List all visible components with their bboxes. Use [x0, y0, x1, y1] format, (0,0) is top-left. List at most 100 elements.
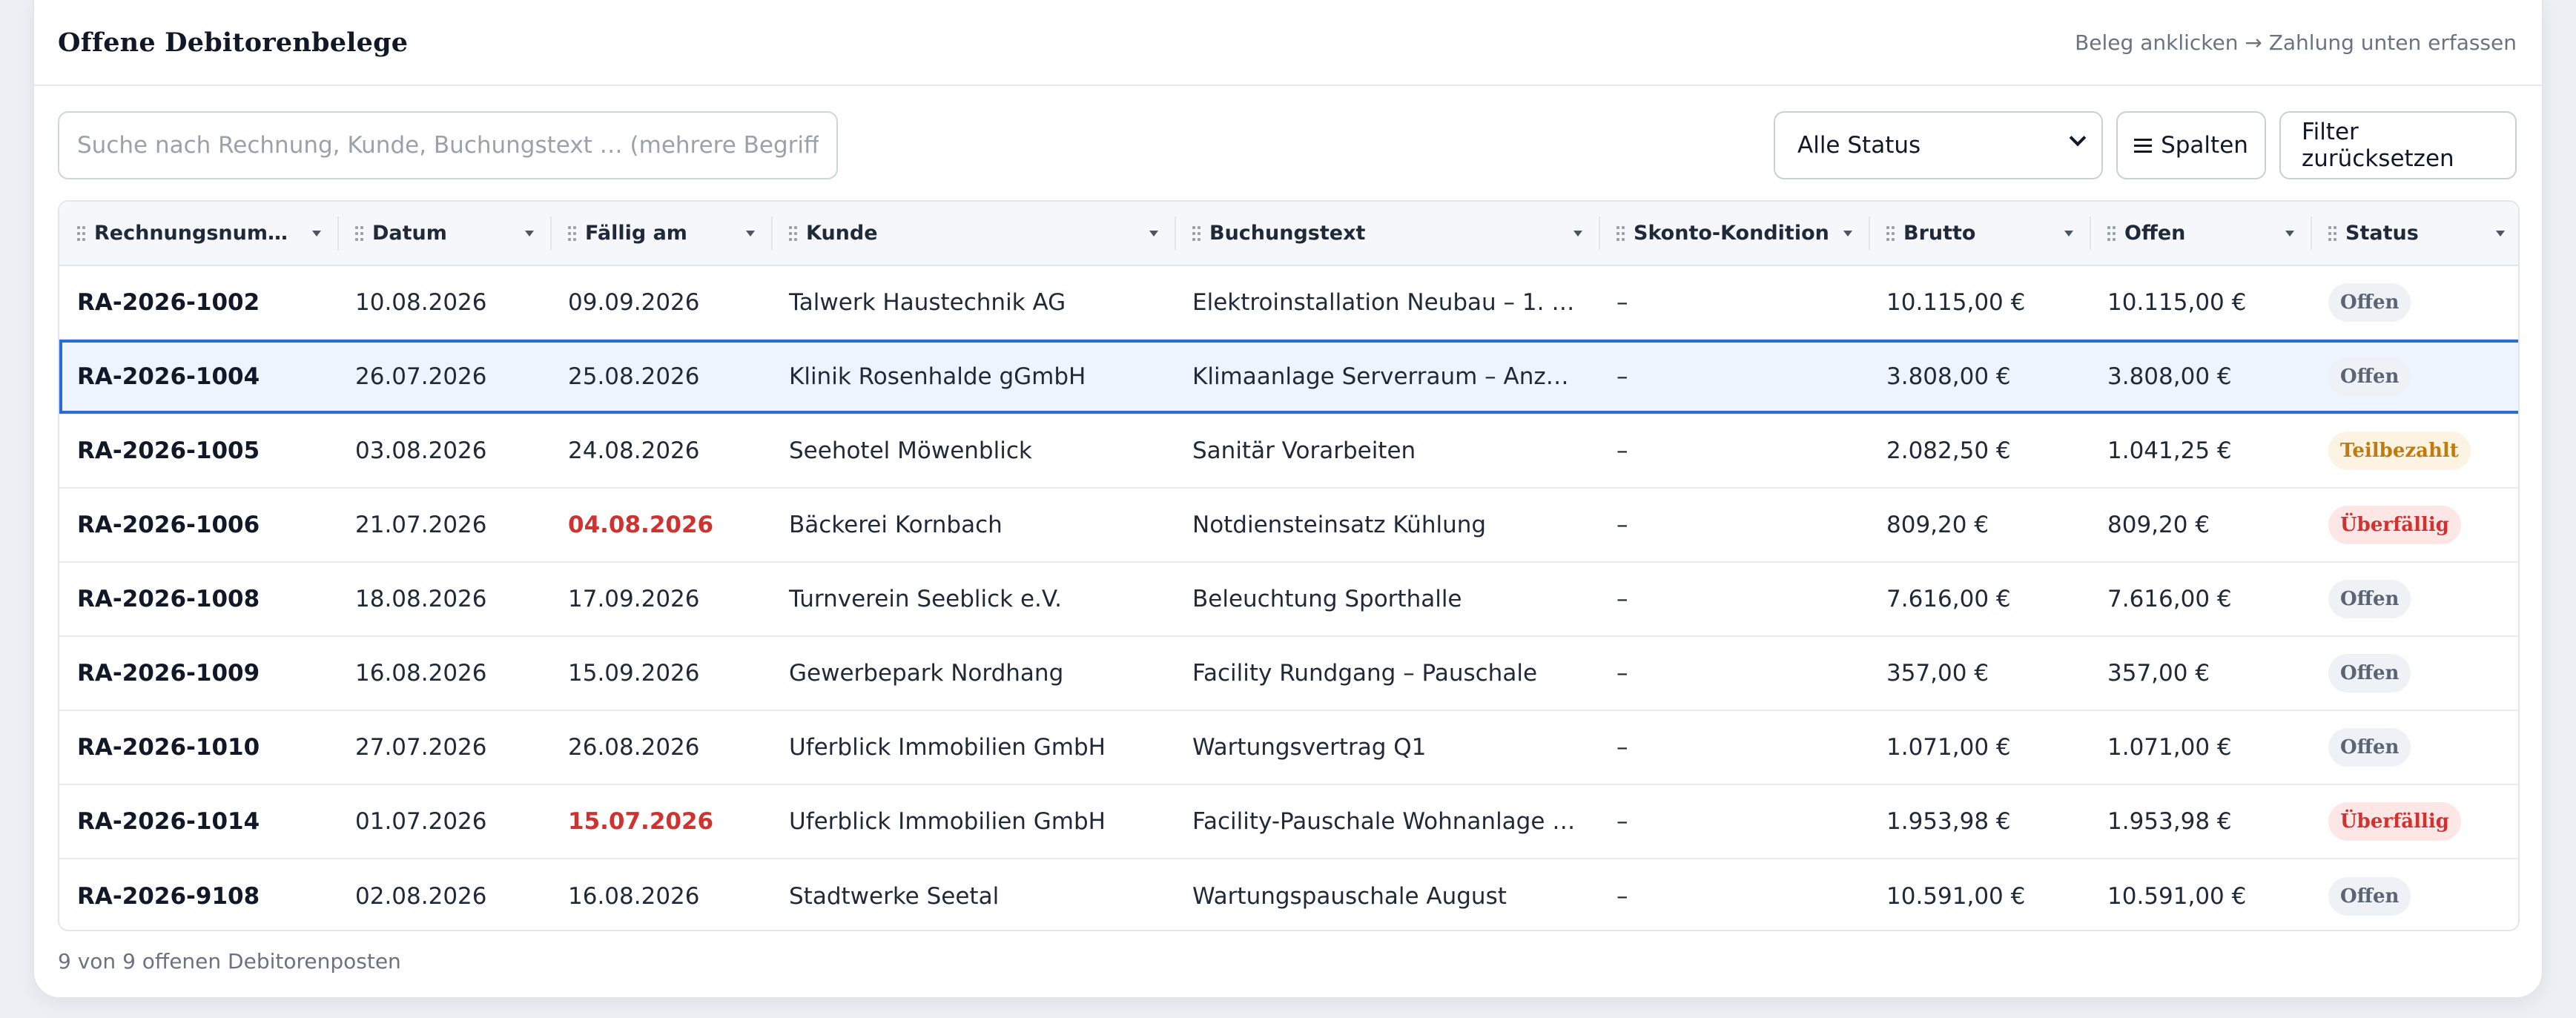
due-date-cell: 24.08.2026 — [550, 413, 771, 488]
open-cell: 809,20 € — [2090, 487, 2311, 562]
open-cell: 10.115,00 € — [2107, 289, 2247, 316]
customer-cell: Talwerk Haustechnik AG — [789, 289, 1066, 316]
gross-cell: 1.071,00 € — [1869, 710, 2090, 784]
column-header-skonto[interactable]: Skonto-Kondition — [1599, 202, 1869, 266]
reset-filter-button[interactable]: Filter zurücksetzen — [2279, 111, 2517, 179]
skonto-cell: – — [1599, 710, 1869, 784]
sort-caret-icon[interactable] — [1843, 230, 1852, 237]
status-cell: Offen — [2311, 635, 2518, 710]
skonto-cell: – — [1616, 289, 1628, 316]
status-cell: Überfällig — [2311, 784, 2518, 859]
column-header-open[interactable]: Offen — [2090, 202, 2311, 266]
customer-cell: Gewerbepark Nordhang — [771, 635, 1175, 710]
skonto-cell: – — [1599, 487, 1869, 562]
table-row[interactable]: RA-2026-1010 27.07.2026 26.08.2026 Uferblic… — [59, 710, 2518, 784]
skonto-cell: – — [1599, 339, 1869, 414]
invoice-number-cell: RA-2026-1002 — [77, 289, 260, 316]
drag-handle-icon[interactable] — [789, 225, 797, 241]
table-row[interactable]: RA-2026-1002 10.08.2026 09.09.2026 Talwerk … — [59, 265, 2518, 340]
skonto-cell: – — [1599, 561, 1869, 636]
sort-caret-icon[interactable] — [2064, 230, 2073, 237]
sort-caret-icon[interactable] — [2285, 230, 2294, 237]
sort-caret-icon[interactable] — [312, 230, 321, 237]
customer-cell: Uferblick Immobilien GmbH — [771, 784, 1175, 859]
sort-caret-icon[interactable] — [2496, 230, 2505, 237]
gross-cell: 1.953,98 € — [1869, 784, 2090, 859]
invoice-number-cell: RA-2026-1009 — [59, 635, 337, 710]
status-cell: Offen — [2311, 561, 2518, 636]
skonto-cell: – — [1599, 635, 1869, 710]
column-header-booking-text[interactable]: Buchungstext — [1175, 202, 1599, 266]
drag-handle-icon[interactable] — [1886, 225, 1895, 241]
sort-caret-icon[interactable] — [1149, 230, 1158, 237]
columns-button[interactable]: Spalten — [2116, 111, 2266, 179]
date-cell: 01.07.2026 — [337, 784, 550, 859]
table-row[interactable]: RA-2026-1004 26.07.2026 25.08.2026 Klinik R… — [59, 339, 2518, 414]
drag-handle-icon[interactable] — [77, 225, 85, 241]
customer-cell: Bäckerei Kornbach — [771, 487, 1175, 562]
sort-caret-icon[interactable] — [525, 230, 534, 237]
sort-caret-icon[interactable] — [1573, 230, 1582, 237]
drag-handle-icon[interactable] — [2107, 225, 2116, 241]
status-cell: Offen — [2311, 265, 2518, 340]
open-cell: 1.953,98 € — [2090, 784, 2311, 859]
date-cell: 10.08.2026 — [355, 289, 487, 316]
column-header-label: Skonto-Kondition — [1634, 222, 1829, 245]
toolbar: Alle Status Spalten Filter zurücksetzen — [58, 111, 2517, 179]
date-cell: 21.07.2026 — [337, 487, 550, 562]
drag-handle-icon[interactable] — [2328, 225, 2336, 241]
customer-cell: Turnverein Seeblick e.V. — [771, 561, 1175, 636]
drag-handle-icon[interactable] — [568, 225, 576, 241]
invoice-number-cell: RA-2026-9108 — [59, 858, 337, 930]
sort-caret-icon[interactable] — [746, 230, 755, 237]
customer-cell: Stadtwerke Seetal — [771, 858, 1175, 930]
column-header-label: Fällig am — [585, 222, 687, 245]
drag-handle-icon[interactable] — [1192, 225, 1201, 241]
gross-cell: 3.808,00 € — [1869, 339, 2090, 414]
due-date-cell: 15.09.2026 — [550, 635, 771, 710]
drag-handle-icon[interactable] — [355, 225, 363, 241]
booking-text-cell: Notdiensteinsatz Kühlung — [1175, 487, 1599, 562]
booking-text-cell: Wartungsvertrag Q1 — [1175, 710, 1599, 784]
table-header-row: Rechnungsnummer Datum Fällig am Kunde Buchun… — [59, 202, 2518, 266]
column-header-due-date[interactable]: Fällig am — [550, 202, 771, 266]
invoice-number-cell: RA-2026-1008 — [59, 561, 337, 636]
table-row[interactable]: RA-2026-9108 02.08.2026 16.08.2026 Stadtwer… — [59, 858, 2518, 930]
open-cell: 7.616,00 € — [2090, 561, 2311, 636]
table-row[interactable]: RA-2026-1008 18.08.2026 17.09.2026 Turnvere… — [59, 561, 2518, 636]
invoice-number-cell: RA-2026-1006 — [59, 487, 337, 562]
column-header-label: Kunde — [806, 222, 878, 245]
column-header-date[interactable]: Datum — [337, 202, 550, 266]
due-date-cell: 16.08.2026 — [550, 858, 771, 930]
column-header-customer[interactable]: Kunde — [771, 202, 1175, 266]
column-header-label: Offen — [2124, 222, 2186, 245]
status-cell: Teilbezahlt — [2311, 413, 2518, 488]
table-row[interactable]: RA-2026-1005 03.08.2026 24.08.2026 Seehotel… — [59, 413, 2518, 488]
table-row[interactable]: RA-2026-1006 21.07.2026 04.08.2026 Bäckerei… — [59, 487, 2518, 562]
due-date-cell: 25.08.2026 — [550, 339, 771, 414]
customer-cell: Uferblick Immobilien GmbH — [771, 710, 1175, 784]
gross-cell: 10.115,00 € — [1886, 289, 2026, 316]
column-header-status[interactable]: Status — [2311, 202, 2518, 266]
skonto-cell: – — [1599, 784, 1869, 859]
search-input[interactable] — [58, 111, 838, 179]
status-cell: Überfällig — [2311, 487, 2518, 562]
status-badge: Überfällig — [2328, 506, 2461, 544]
table-row[interactable]: RA-2026-1009 16.08.2026 15.09.2026 Gewerbep… — [59, 635, 2518, 710]
open-cell: 1.041,25 € — [2090, 413, 2311, 488]
status-badge: Überfällig — [2328, 802, 2461, 841]
column-header-invoice-number[interactable]: Rechnungsnummer — [59, 202, 337, 266]
column-header-label: Brutto — [1903, 222, 1976, 245]
table-row[interactable]: RA-2026-1014 01.07.2026 15.07.2026 Uferblic… — [59, 784, 2518, 859]
column-header-gross[interactable]: Brutto — [1869, 202, 2090, 266]
drag-handle-icon[interactable] — [1616, 225, 1625, 241]
gross-cell: 7.616,00 € — [1869, 561, 2090, 636]
status-filter-select[interactable]: Alle Status — [1774, 111, 2103, 179]
status-badge: Offen — [2328, 654, 2411, 693]
invoice-number-cell: RA-2026-1004 — [59, 339, 337, 414]
open-cell: 3.808,00 € — [2090, 339, 2311, 414]
due-date-cell: 09.09.2026 — [568, 289, 700, 316]
gross-cell: 809,20 € — [1869, 487, 2090, 562]
menu-icon — [2134, 138, 2153, 153]
receivables-card: Offene Debitorenbelege Beleg anklicken →… — [33, 0, 2543, 999]
